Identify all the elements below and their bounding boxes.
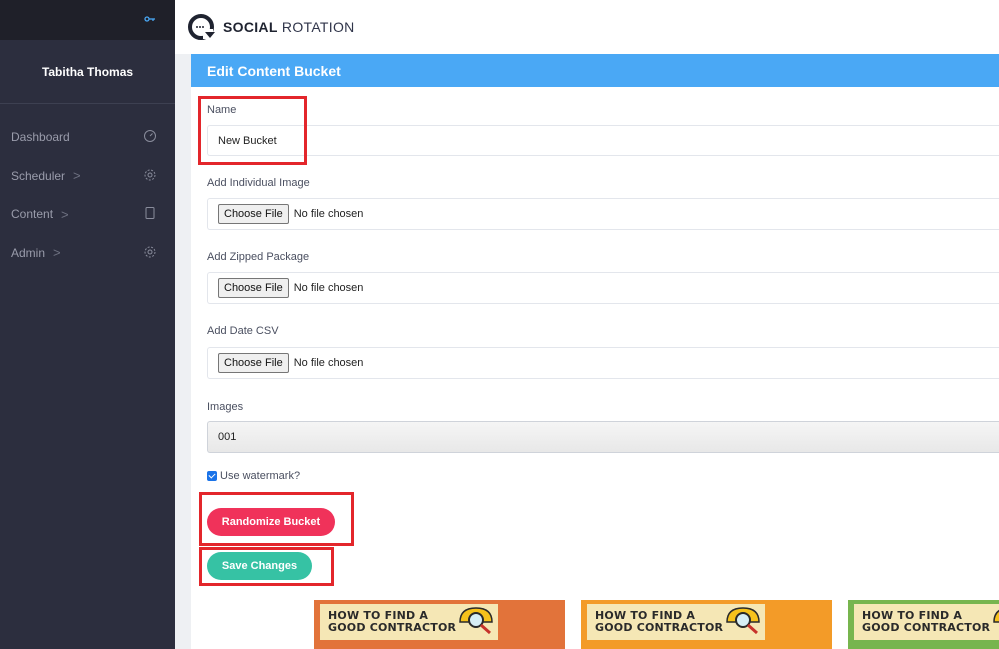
image-thumbnail[interactable]: HOW TO FIND A GOOD CONTRACTOR xyxy=(314,600,565,649)
sidebar-item-admin[interactable]: Admin > xyxy=(0,234,175,273)
zipped-package-file-input[interactable]: Choose File No file chosen xyxy=(207,272,999,304)
no-file-text: No file chosen xyxy=(293,208,364,220)
magnifier-hardhat-icon xyxy=(993,609,999,623)
brand-bold: SOCIAL xyxy=(223,19,278,35)
panel-title: Edit Content Bucket xyxy=(191,54,999,87)
choose-file-button[interactable]: Choose File xyxy=(218,204,289,224)
tablet-icon xyxy=(145,207,155,219)
key-icon[interactable] xyxy=(144,14,156,24)
image-thumbnail[interactable]: HOW TO FIND A GOOD CONTRACTOR xyxy=(581,600,832,649)
sidebar-item-label: Dashboard xyxy=(11,130,70,145)
user-block: Tabitha Thomas xyxy=(0,40,175,104)
thumbnail-title-line2: GOOD CONTRACTOR xyxy=(595,621,724,634)
images-select[interactable]: 001 xyxy=(207,421,999,453)
brand-light: ROTATION xyxy=(281,19,355,35)
sidebar-top-bar xyxy=(0,0,175,40)
thumbnail-title-line2: GOOD CONTRACTOR xyxy=(862,621,991,634)
magnifier-hardhat-icon xyxy=(459,607,493,635)
sidebar-item-dashboard[interactable]: Dashboard xyxy=(0,118,175,157)
chevron-right-icon: > xyxy=(73,168,81,184)
date-csv-label: Add Date CSV xyxy=(207,325,279,337)
edit-bucket-panel: Edit Content Bucket Name New Bucket Add … xyxy=(191,54,999,649)
no-file-text: No file chosen xyxy=(293,282,364,294)
highlight-box-name xyxy=(198,96,307,165)
chevron-right-icon: > xyxy=(53,245,61,261)
thumbnail-title-line2: GOOD CONTRACTOR xyxy=(328,621,457,634)
individual-image-label: Add Individual Image xyxy=(207,177,310,189)
chevron-right-icon: > xyxy=(61,206,69,222)
images-label: Images xyxy=(207,401,244,413)
highlight-box-save xyxy=(199,547,334,586)
social-rotation-logo-icon[interactable] xyxy=(187,13,217,41)
choose-file-button[interactable]: Choose File xyxy=(218,353,289,373)
brand-name[interactable]: SOCIAL ROTATION xyxy=(223,19,355,35)
watermark-label: Use watermark? xyxy=(220,470,301,482)
zipped-package-label: Add Zipped Package xyxy=(207,251,310,263)
gauge-icon xyxy=(144,130,156,142)
top-header: SOCIAL ROTATION xyxy=(175,0,999,54)
sidebar-item-content[interactable]: Content > xyxy=(0,195,175,234)
sidebar-item-scheduler[interactable]: Scheduler > xyxy=(0,157,175,196)
sidebar-item-label: Scheduler xyxy=(11,168,66,183)
date-csv-file-input[interactable]: Choose File No file chosen xyxy=(207,347,999,379)
name-input[interactable]: New Bucket xyxy=(207,125,999,156)
choose-file-button[interactable]: Choose File xyxy=(218,278,289,298)
gear-icon xyxy=(144,169,156,180)
individual-image-file-input[interactable]: Choose File No file chosen xyxy=(207,198,999,230)
no-file-text: No file chosen xyxy=(293,357,364,369)
sidebar-nav: Dashboard Scheduler > Content > Admin > xyxy=(0,104,175,272)
highlight-box-randomize xyxy=(199,492,354,546)
sidebar-item-label: Content xyxy=(11,207,54,222)
image-thumbnail[interactable]: HOW TO FIND A GOOD CONTRACTOR xyxy=(848,600,999,649)
sidebar-item-label: Admin xyxy=(11,245,46,260)
watermark-checkbox[interactable] xyxy=(207,471,217,481)
sidebar: Tabitha Thomas Dashboard Scheduler > Con… xyxy=(0,0,175,649)
user-name: Tabitha Thomas xyxy=(41,64,134,79)
watermark-row[interactable]: Use watermark? xyxy=(207,470,300,482)
magnifier-hardhat-icon xyxy=(726,607,760,635)
gear-icon xyxy=(144,246,156,257)
